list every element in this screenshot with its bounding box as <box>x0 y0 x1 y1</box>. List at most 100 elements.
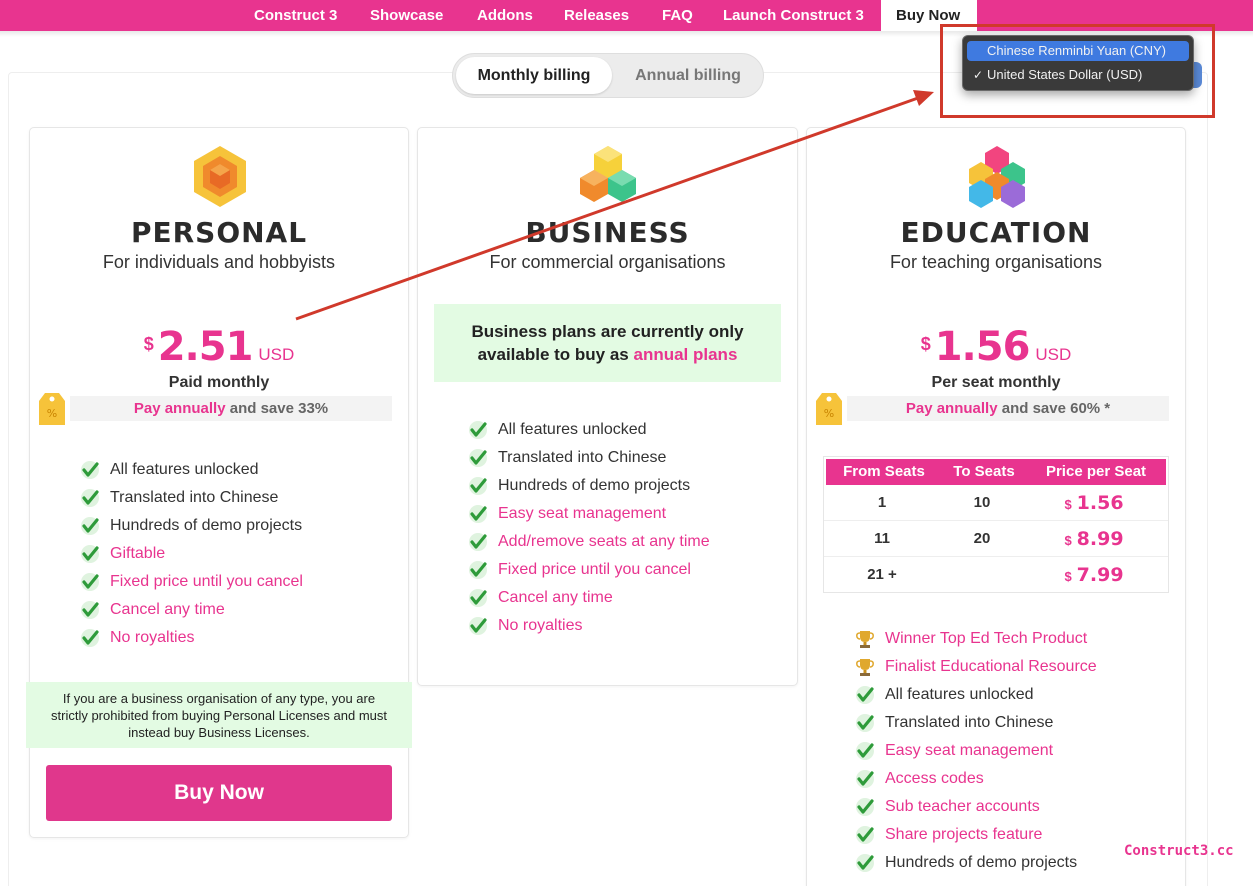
annual-billing-tab[interactable]: Annual billing <box>615 57 761 94</box>
feature-item: All features unlocked <box>468 418 710 446</box>
education-cubes-icon <box>969 146 1025 208</box>
feature-item: Translated into Chinese <box>80 486 303 514</box>
feature-item-link[interactable]: Sub teacher accounts <box>855 795 1097 823</box>
header-from-seats: From Seats <box>843 463 925 480</box>
pay-annually-link[interactable]: Pay annually <box>906 400 998 417</box>
nav-addons[interactable]: Addons <box>462 0 548 31</box>
feature-item-link[interactable]: Cancel any time <box>468 586 710 614</box>
feature-item: All features unlocked <box>80 458 303 486</box>
check-icon <box>81 517 99 535</box>
header-to-seats: To Seats <box>953 463 1015 480</box>
trophy-icon <box>856 659 874 676</box>
nav-launch-construct3[interactable]: Launch Construct 3 <box>708 0 879 31</box>
currency-symbol: $ <box>920 334 931 354</box>
price-unit: USD <box>1035 345 1072 364</box>
check-icon <box>856 798 874 816</box>
award-item[interactable]: Winner Top Ed Tech Product <box>855 627 1097 655</box>
monthly-billing-tab[interactable]: Monthly billing <box>456 57 612 94</box>
header-price-per-seat: Price per Seat <box>1045 463 1147 480</box>
plan-title: EDUCATION <box>900 216 1092 249</box>
personal-features: All features unlocked Translated into Ch… <box>80 458 303 654</box>
check-icon <box>81 601 99 619</box>
business-features: All features unlocked Translated into Ch… <box>468 418 710 642</box>
from-seats: 1 <box>877 494 887 511</box>
from-seats: 21 + <box>867 566 897 583</box>
check-icon <box>469 533 487 551</box>
save-band: Pay annually and save 33% <box>70 396 392 421</box>
pay-annually-link[interactable]: Pay annually <box>134 400 226 417</box>
feature-item: All features unlocked <box>855 683 1097 711</box>
nav-construct3[interactable]: Construct 3 <box>239 0 352 31</box>
feature-item-link[interactable]: Share projects feature <box>855 823 1097 851</box>
to-seats: 10 <box>973 494 991 511</box>
award-item[interactable]: Finalist Educational Resource <box>855 655 1097 683</box>
plan-subtitle: For teaching organisations <box>889 252 1103 272</box>
check-icon <box>81 545 99 563</box>
feature-item-link[interactable]: No royalties <box>468 614 710 642</box>
seat-price: $7.99 <box>1064 564 1124 586</box>
save-text: and save 60% * <box>997 400 1111 417</box>
check-icon <box>469 505 487 523</box>
annual-only-notice: Business plans are currently only availa… <box>434 304 781 382</box>
table-row: 11 20 $8.99 <box>824 521 1168 557</box>
plan-subtitle: For commercial organisations <box>489 252 726 272</box>
discount-tag-icon: % <box>816 393 842 425</box>
feature-item-link[interactable]: Giftable <box>80 542 303 570</box>
check-icon <box>469 617 487 635</box>
nav-releases[interactable]: Releases <box>549 0 644 31</box>
watermark: Construct3.cc <box>1124 843 1234 859</box>
check-icon <box>469 589 487 607</box>
check-icon <box>856 742 874 760</box>
business-warning-notice: If you are a business organisation of an… <box>26 682 412 748</box>
trophy-icon <box>856 631 874 648</box>
seat-pricing-table: From Seats To Seats Price per Seat 1 10 … <box>823 456 1169 593</box>
check-icon <box>469 421 487 439</box>
education-features: Winner Top Ed Tech Product Finalist Educ… <box>855 627 1097 879</box>
check-icon <box>81 629 99 647</box>
currency-symbol: $ <box>143 334 154 354</box>
seat-price: $8.99 <box>1064 528 1124 550</box>
discount-tag-icon: % <box>39 393 65 425</box>
feature-item: Hundreds of demo projects <box>80 514 303 542</box>
feature-item-link[interactable]: No royalties <box>80 626 303 654</box>
nav-faq[interactable]: FAQ <box>647 0 708 31</box>
price-note: Per seat monthly <box>931 374 1061 391</box>
save-text: and save 33% <box>225 400 329 417</box>
nav-showcase[interactable]: Showcase <box>355 0 458 31</box>
billing-toggle: Monthly billing Annual billing <box>452 53 764 98</box>
check-icon <box>81 489 99 507</box>
plan-title: BUSINESS <box>525 216 690 249</box>
feature-item-link[interactable]: Add/remove seats at any time <box>468 530 710 558</box>
svg-text:%: % <box>824 407 834 420</box>
price: $1.56 USD <box>807 324 1185 370</box>
feature-item: Hundreds of demo projects <box>468 474 710 502</box>
feature-item-link[interactable]: Easy seat management <box>855 739 1097 767</box>
annual-plans-link[interactable]: annual plans <box>633 345 737 364</box>
check-icon <box>856 714 874 732</box>
check-icon <box>469 449 487 467</box>
check-icon <box>856 854 874 872</box>
buy-now-button[interactable]: Buy Now <box>46 765 392 821</box>
feature-item-link[interactable]: Fixed price until you cancel <box>80 570 303 598</box>
from-seats: 11 <box>874 530 890 547</box>
seat-price: $1.56 <box>1064 492 1124 514</box>
feature-item: Hundreds of demo projects <box>855 851 1097 879</box>
check-icon <box>856 770 874 788</box>
svg-text:%: % <box>47 407 57 420</box>
plan-subtitle: For individuals and hobbyists <box>102 252 336 272</box>
save-band: Pay annually and save 60% * <box>847 396 1169 421</box>
price: $2.51 USD <box>30 324 408 370</box>
feature-item: Translated into Chinese <box>855 711 1097 739</box>
check-icon <box>469 561 487 579</box>
table-row: 21 + $7.99 <box>824 557 1168 593</box>
table-row: 1 10 $1.56 <box>824 485 1168 521</box>
to-seats: 20 <box>973 530 991 547</box>
feature-item-link[interactable]: Access codes <box>855 767 1097 795</box>
price-unit: USD <box>258 345 295 364</box>
feature-item-link[interactable]: Cancel any time <box>80 598 303 626</box>
price-note: Paid monthly <box>168 374 270 391</box>
feature-item-link[interactable]: Fixed price until you cancel <box>468 558 710 586</box>
feature-item: Translated into Chinese <box>468 446 710 474</box>
feature-item-link[interactable]: Easy seat management <box>468 502 710 530</box>
price-amount: 1.56 <box>934 324 1031 370</box>
